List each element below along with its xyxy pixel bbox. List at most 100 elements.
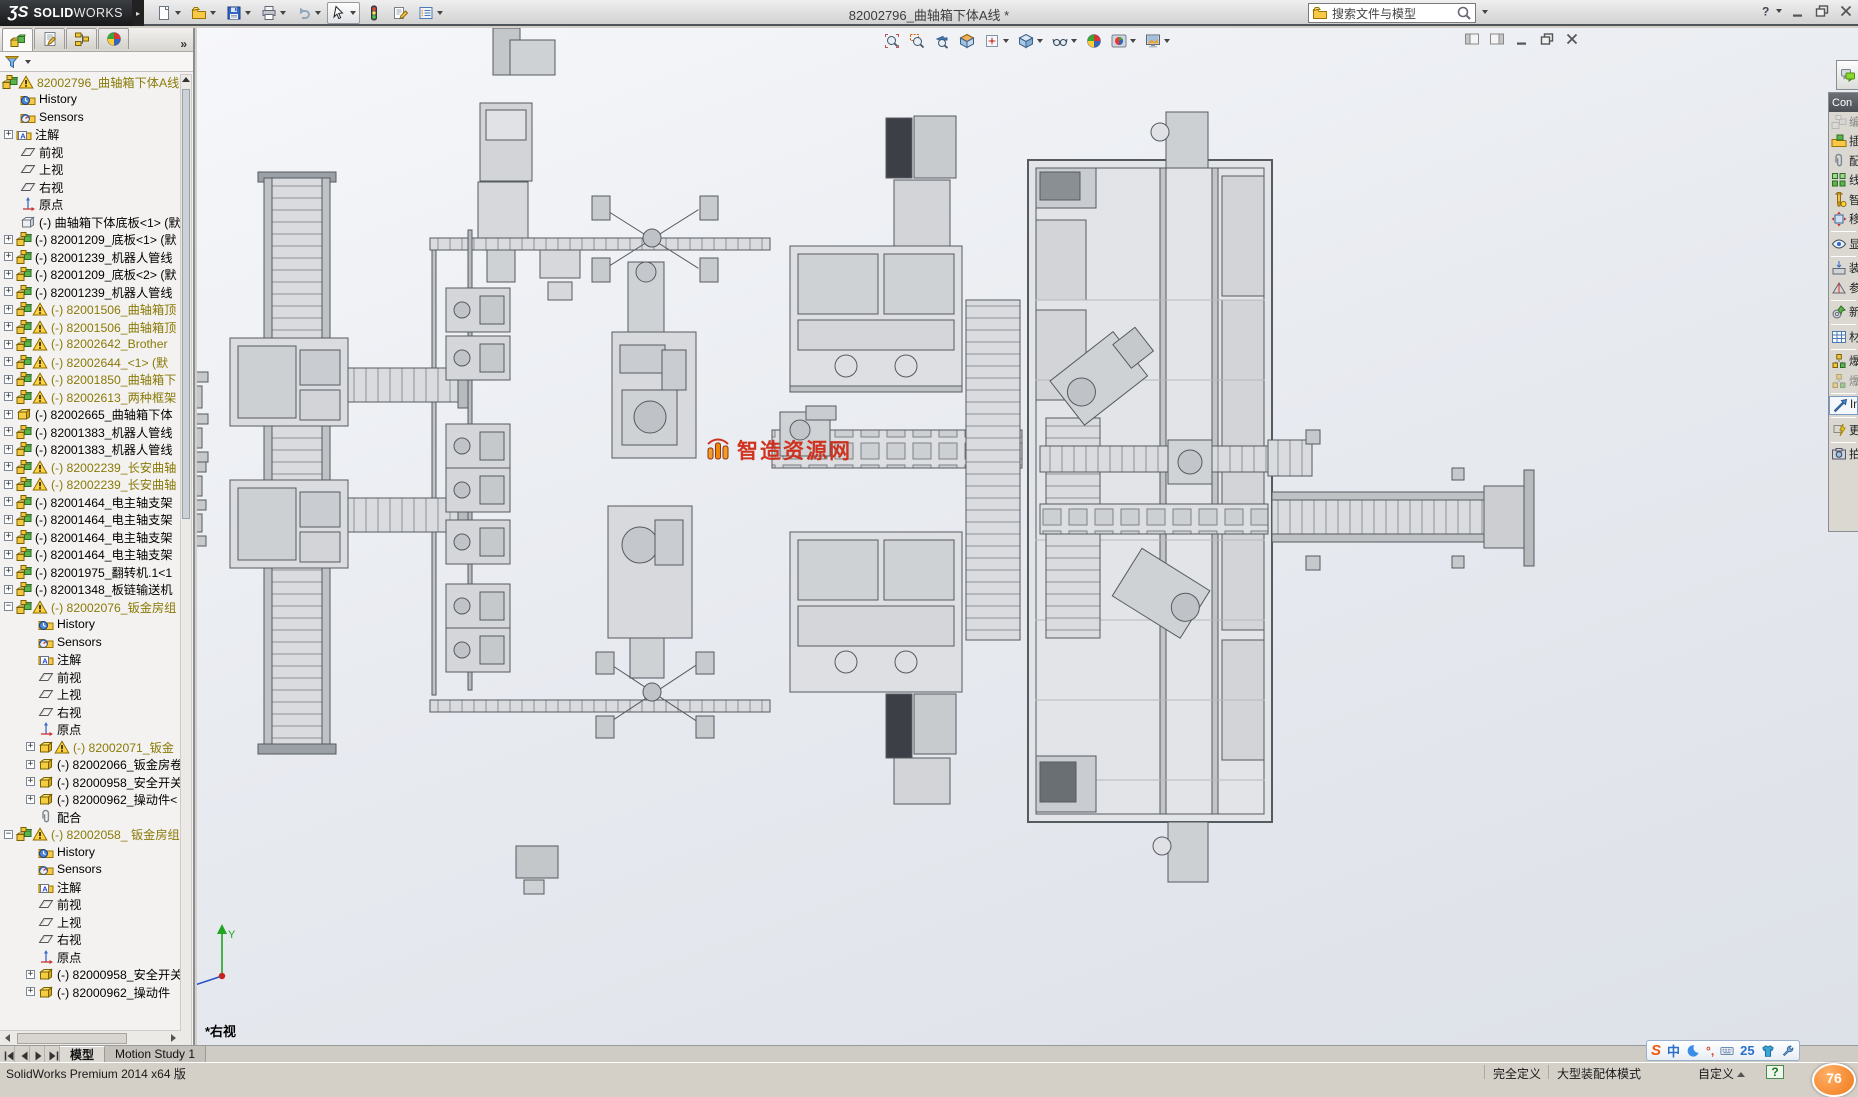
expand-toggle[interactable]: +: [4, 252, 13, 261]
zoom-area-button[interactable]: [906, 30, 928, 52]
tree-item[interactable]: +(-) 82002239_长安曲轴: [0, 458, 181, 476]
expand-toggle[interactable]: +: [4, 340, 13, 349]
status-help-button[interactable]: ?: [1766, 1065, 1784, 1079]
comments-flyout-tab[interactable]: [1836, 60, 1858, 90]
appearance-button[interactable]: [362, 2, 386, 24]
tree-item[interactable]: A注解: [0, 878, 181, 896]
help-button[interactable]: ?: [1757, 3, 1782, 19]
tree-item[interactable]: +(-) 82001464_电主轴支架: [0, 493, 181, 511]
tree-item[interactable]: +(-) 82001383_机器人管线: [0, 441, 181, 459]
tree-horizontal-scrollbar[interactable]: [0, 1030, 181, 1045]
next-tab-button[interactable]: [30, 1046, 45, 1062]
tree-item[interactable]: +(-) 82001239_机器人管线: [0, 248, 181, 266]
tree-item[interactable]: 前视: [0, 896, 181, 914]
section-view-button[interactable]: [956, 30, 978, 52]
tree-item[interactable]: 82002796_曲轴箱下体A线: [0, 73, 181, 91]
scroll-left-button[interactable]: [0, 1032, 15, 1045]
print-button[interactable]: [257, 2, 290, 24]
doc-close-button[interactable]: [1564, 31, 1580, 47]
ime-settings-button[interactable]: [1781, 1044, 1795, 1058]
minimize-button[interactable]: [1790, 3, 1806, 19]
assembly-features-button[interactable]: 装: [1829, 259, 1858, 279]
options-button[interactable]: [414, 2, 447, 24]
tree-item[interactable]: +(-) 82001209_底板<1> (默: [0, 231, 181, 249]
expand-toggle[interactable]: +: [4, 515, 13, 524]
tree-item[interactable]: Sensors: [0, 633, 181, 651]
tree-item[interactable]: +(-) 82001209_底板<2> (默: [0, 266, 181, 284]
previous-view-button[interactable]: [931, 30, 953, 52]
tree-item[interactable]: +(-) 82000958_安全开关: [0, 773, 181, 791]
tree-item[interactable]: 前视: [0, 668, 181, 686]
doc-restore-button[interactable]: [1539, 31, 1555, 47]
expand-toggle[interactable]: +: [4, 392, 13, 401]
tabs-overflow-button[interactable]: »: [180, 37, 187, 51]
tab-displaymanager[interactable]: [98, 28, 129, 49]
expand-toggle[interactable]: +: [26, 742, 35, 751]
display-style-button[interactable]: [1015, 30, 1046, 52]
prev-tab-button[interactable]: [15, 1046, 30, 1062]
expand-toggle[interactable]: +: [4, 585, 13, 594]
tree-item[interactable]: 右视: [0, 178, 181, 196]
collapse-right-pane-button[interactable]: [1489, 31, 1505, 47]
tree-item[interactable]: 前视: [0, 143, 181, 161]
tree-item[interactable]: −(-) 82002076_钣金房组: [0, 598, 181, 616]
ime-lang-button[interactable]: 中: [1667, 1041, 1680, 1060]
tree-item[interactable]: +(-) 82002066_钣金房卷: [0, 756, 181, 774]
edit-appearance-button[interactable]: [1083, 30, 1105, 52]
new-button[interactable]: [152, 2, 185, 24]
tree-item[interactable]: +(-) 82001239_机器人管线: [0, 283, 181, 301]
collapse-left-pane-button[interactable]: [1464, 31, 1480, 47]
expand-toggle[interactable]: +: [4, 445, 13, 454]
tree-item[interactable]: 右视: [0, 931, 181, 949]
expand-toggle[interactable]: +: [4, 410, 13, 419]
close-button[interactable]: [1838, 3, 1854, 19]
restore-button[interactable]: [1814, 3, 1830, 19]
ime-logo-button[interactable]: S: [1651, 1042, 1661, 1059]
insert-component-button[interactable]: 插: [1829, 132, 1858, 152]
tab-propertymanager[interactable]: [34, 28, 65, 49]
show-hidden-button[interactable]: 显: [1829, 234, 1858, 254]
notification-badge[interactable]: 76: [1812, 1063, 1856, 1097]
expand-toggle[interactable]: +: [4, 375, 13, 384]
tree-item[interactable]: +(-) 82001348_板链输送机: [0, 581, 181, 599]
tab-configurationmanager[interactable]: [66, 28, 97, 49]
edit-properties-button[interactable]: [388, 2, 412, 24]
expand-toggle[interactable]: +: [4, 532, 13, 541]
search-caret-icon[interactable]: [1482, 10, 1488, 14]
new-motion-study-button[interactable]: 新: [1829, 303, 1858, 323]
undo-button[interactable]: [292, 2, 325, 24]
tree-item[interactable]: +(-) 82002644_<1> (默: [0, 353, 181, 371]
tab-featuremanager-tree[interactable]: [2, 28, 33, 51]
doc-minimize-button[interactable]: [1514, 31, 1530, 47]
smart-fasteners-button[interactable]: 智: [1829, 190, 1858, 210]
tree-item[interactable]: +(-) 82000958_安全开关: [0, 966, 181, 984]
tree-item[interactable]: 上视: [0, 913, 181, 931]
tree-item[interactable]: +(-) 82001383_机器人管线: [0, 423, 181, 441]
expand-toggle[interactable]: +: [26, 970, 35, 979]
tree-item[interactable]: +(-) 82002613_两种框架: [0, 388, 181, 406]
search-icon[interactable]: [1456, 5, 1472, 21]
expand-toggle[interactable]: +: [4, 497, 13, 506]
expand-toggle[interactable]: +: [4, 270, 13, 279]
tree-scroll-thumb[interactable]: [182, 89, 190, 519]
filter-icon[interactable]: [4, 54, 20, 70]
tree-item[interactable]: +(-) 82001464_电主轴支架: [0, 546, 181, 564]
tree-item[interactable]: +(-) 82000962_操动件: [0, 983, 181, 1001]
expand-toggle[interactable]: +: [4, 567, 13, 576]
tree-item[interactable]: A注解: [0, 651, 181, 669]
expand-toggle[interactable]: +: [4, 287, 13, 296]
expand-toggle[interactable]: +: [26, 777, 35, 786]
move-component-button[interactable]: 移: [1829, 210, 1858, 230]
status-custom-dropdown[interactable]: 自定义: [1690, 1065, 1745, 1079]
expand-toggle[interactable]: +: [4, 357, 13, 366]
expand-toggle[interactable]: +: [26, 795, 35, 804]
tree-item[interactable]: 原点: [0, 196, 181, 214]
expand-toggle[interactable]: +: [26, 760, 35, 769]
tree-item[interactable]: +(-) 82001464_电主轴支架: [0, 528, 181, 546]
ime-toolbar[interactable]: S中°,25: [1646, 1040, 1800, 1061]
tree-item[interactable]: (-) 曲轴箱下体底板<1> (默: [0, 213, 181, 231]
tree-item[interactable]: +(-) 82001975_翻转机.1<1: [0, 563, 181, 581]
motion-study-tab[interactable]: Motion Study 1: [105, 1046, 206, 1062]
expand-toggle[interactable]: −: [4, 830, 13, 839]
tree-item[interactable]: 配合: [0, 808, 181, 826]
